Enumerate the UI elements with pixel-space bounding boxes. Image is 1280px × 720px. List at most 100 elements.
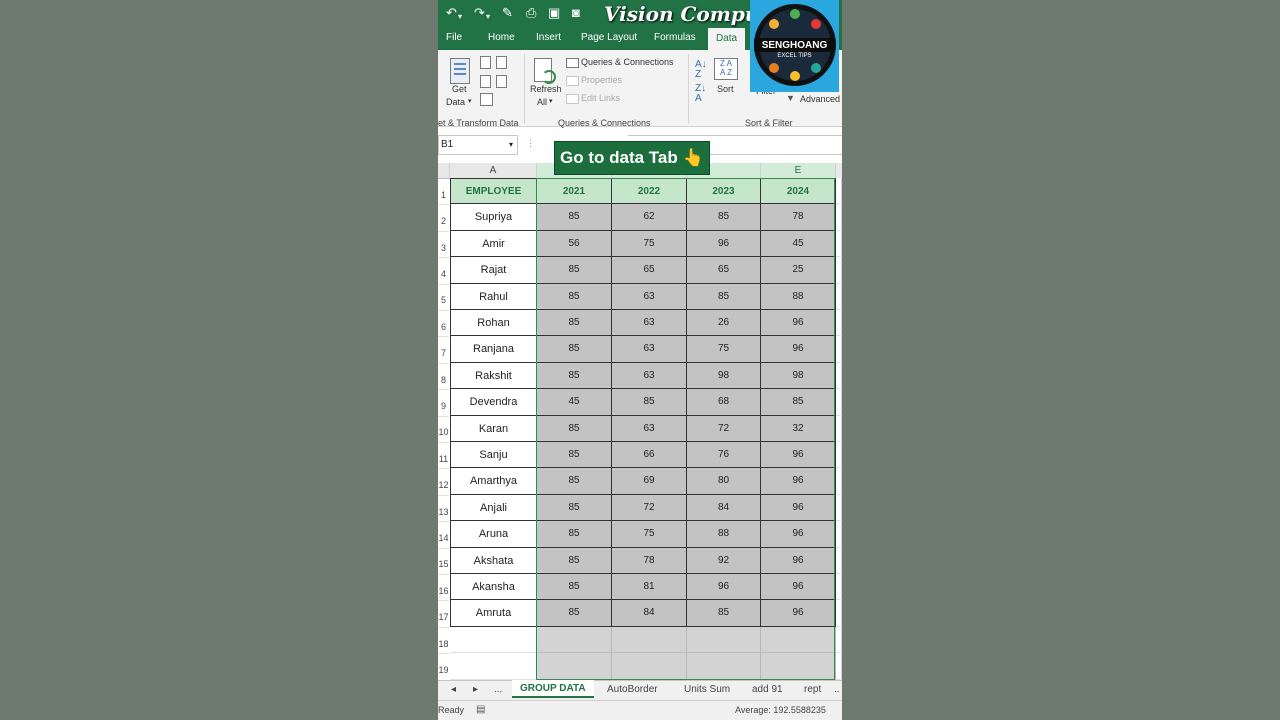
score-cell[interactable]: 85	[537, 204, 612, 231]
worksheet-grid[interactable]: A E 1 EMPLOYEE 2021 2022 2023 2024 2 Supriya 85 6…	[438, 163, 842, 681]
tab-page-layout[interactable]: Page Layout	[581, 32, 637, 43]
score-cell[interactable]: 85	[537, 415, 612, 442]
score-cell[interactable]: 96	[761, 336, 836, 363]
empty-cell[interactable]	[537, 626, 612, 654]
sort-button[interactable]: Sort	[717, 84, 734, 94]
score-cell[interactable]: 65	[612, 257, 687, 284]
from-table-icon[interactable]	[480, 93, 493, 106]
empty-cell[interactable]	[537, 653, 612, 680]
score-cell[interactable]: 85	[537, 336, 612, 363]
empty-cell[interactable]	[612, 653, 687, 680]
advanced-filter-icon[interactable]: ▼	[786, 93, 795, 103]
score-cell[interactable]: 78	[761, 204, 836, 231]
score-cell[interactable]: 85	[537, 574, 612, 601]
score-cell[interactable]: 84	[687, 494, 761, 522]
score-cell[interactable]: 96	[761, 547, 836, 574]
score-cell[interactable]: 96	[761, 442, 836, 469]
score-cell[interactable]: 45	[761, 230, 836, 258]
score-cell[interactable]: 85	[687, 204, 761, 231]
score-cell[interactable]: 96	[761, 494, 836, 522]
empty-cell[interactable]	[450, 626, 537, 654]
empty-cell[interactable]	[836, 521, 842, 548]
sheet-next-icon[interactable]: ▸	[473, 684, 478, 695]
score-cell[interactable]: 63	[612, 336, 687, 363]
row-header[interactable]: 13	[438, 507, 449, 517]
tab-insert[interactable]: Insert	[536, 32, 561, 43]
row-header[interactable]: 16	[438, 586, 449, 596]
score-cell[interactable]: 85	[537, 310, 612, 337]
score-cell[interactable]: 85	[537, 494, 612, 522]
empty-cell[interactable]	[836, 415, 842, 442]
row-header[interactable]: 18	[438, 639, 449, 649]
score-cell[interactable]: 75	[612, 521, 687, 548]
eraser-icon[interactable]: ✎	[502, 5, 513, 21]
get-data-dropdown-icon[interactable]: ▾	[468, 97, 472, 105]
recent-sources-icon[interactable]	[496, 56, 507, 69]
row-header[interactable]: 15	[438, 559, 449, 569]
empty-cell[interactable]	[687, 653, 761, 680]
header-cell[interactable]: 2023	[687, 178, 761, 205]
row-header[interactable]: 12	[438, 480, 449, 490]
employee-name-cell[interactable]: Aruna	[450, 521, 537, 548]
from-web-icon[interactable]	[480, 75, 491, 88]
score-cell[interactable]: 45	[537, 389, 612, 416]
sheet-tabs-overflow[interactable]: ..	[834, 684, 840, 695]
row-header[interactable]: 14	[438, 533, 449, 543]
employee-name-cell[interactable]: Karan	[450, 415, 537, 442]
header-cell[interactable]: 2021	[537, 178, 612, 205]
score-cell[interactable]: 62	[612, 204, 687, 231]
header-cell[interactable]: 2022	[612, 178, 687, 205]
column-header-a[interactable]: A	[450, 163, 537, 179]
row-header[interactable]: 6	[438, 322, 449, 332]
employee-name-cell[interactable]: Ranjana	[450, 336, 537, 363]
score-cell[interactable]: 63	[612, 362, 687, 390]
score-cell[interactable]: 72	[612, 494, 687, 522]
sort-a-z-icon[interactable]: A↓ Z	[695, 60, 707, 80]
employee-name-cell[interactable]: Rakshit	[450, 362, 537, 390]
empty-cell[interactable]	[836, 626, 842, 654]
empty-cell[interactable]	[761, 626, 836, 654]
empty-cell[interactable]	[836, 283, 842, 310]
score-cell[interactable]: 96	[761, 521, 836, 548]
empty-cell[interactable]	[761, 653, 836, 680]
employee-name-cell[interactable]: Rahul	[450, 283, 537, 310]
score-cell[interactable]: 80	[687, 468, 761, 495]
empty-cell[interactable]	[836, 574, 842, 601]
score-cell[interactable]: 96	[687, 230, 761, 258]
row-header[interactable]: 1	[438, 190, 449, 200]
score-cell[interactable]: 85	[761, 389, 836, 416]
row-header[interactable]: 5	[438, 295, 449, 305]
sheet-tab-units-sum[interactable]: Units Sum	[684, 684, 730, 695]
row-header[interactable]: 10	[438, 427, 449, 437]
score-cell[interactable]: 98	[761, 362, 836, 390]
score-cell[interactable]: 85	[537, 521, 612, 548]
score-cell[interactable]: 88	[761, 283, 836, 310]
name-box-dropdown-icon[interactable]: ▾	[509, 136, 513, 154]
tab-file[interactable]: File	[446, 32, 462, 43]
row-header[interactable]: 17	[438, 612, 449, 622]
employee-name-cell[interactable]: Akshata	[450, 547, 537, 574]
queries-connections-icon[interactable]	[566, 58, 579, 68]
employee-name-cell[interactable]: Amir	[450, 230, 537, 258]
score-cell[interactable]: 85	[537, 257, 612, 284]
column-header-f[interactable]	[836, 163, 842, 179]
employee-name-cell[interactable]: Amarthya	[450, 468, 537, 495]
employee-name-cell[interactable]: Amruta	[450, 600, 537, 627]
sheet-more-button[interactable]: ...	[494, 684, 502, 695]
sort-z-a-icon[interactable]: Z↓ A	[695, 84, 706, 104]
score-cell[interactable]: 56	[537, 230, 612, 258]
row-header[interactable]: 8	[438, 375, 449, 385]
score-cell[interactable]: 96	[761, 600, 836, 627]
score-cell[interactable]: 85	[537, 283, 612, 310]
score-cell[interactable]: 66	[612, 442, 687, 469]
refresh-all-icon[interactable]	[534, 58, 556, 84]
score-cell[interactable]: 96	[761, 468, 836, 495]
sheet-prev-icon[interactable]: ◂	[451, 684, 456, 695]
score-cell[interactable]: 85	[537, 547, 612, 574]
from-text-icon[interactable]	[480, 56, 491, 69]
score-cell[interactable]: 85	[687, 600, 761, 627]
employee-name-cell[interactable]: Supriya	[450, 204, 537, 231]
redo-icon[interactable]: ↷	[474, 5, 485, 21]
score-cell[interactable]: 63	[612, 415, 687, 442]
empty-cell[interactable]	[836, 336, 842, 363]
